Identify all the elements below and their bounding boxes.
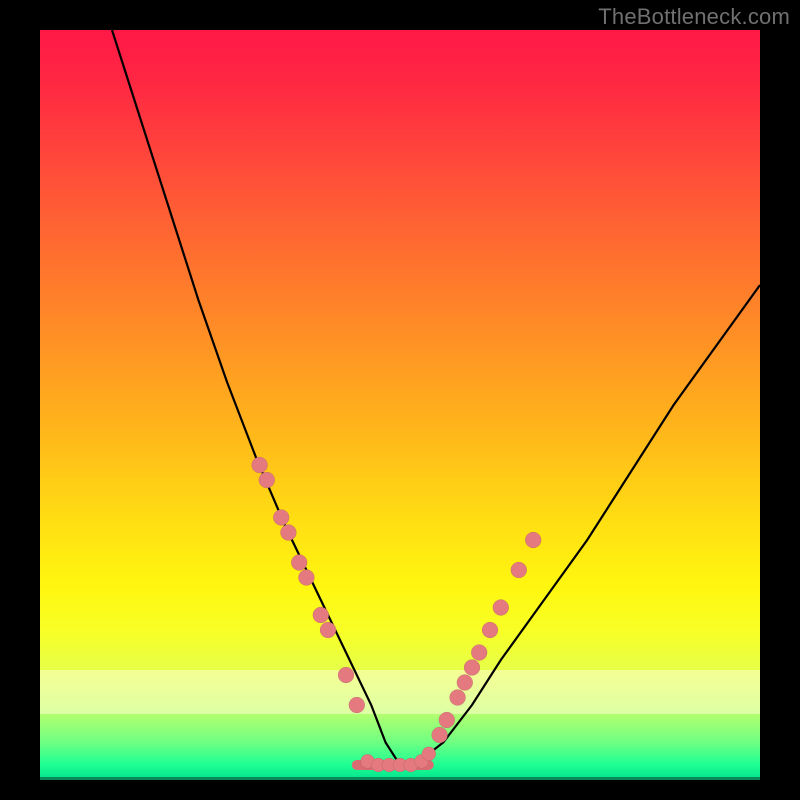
bottom-green-line [40, 777, 760, 780]
marker-left [320, 622, 336, 638]
marker-right [482, 622, 498, 638]
curve-group [112, 30, 760, 765]
bottleneck-curve [112, 30, 760, 765]
marker-left [280, 525, 296, 541]
marker-right [457, 675, 473, 691]
marker-left [298, 570, 314, 586]
pale-band [40, 670, 760, 714]
marker-left [259, 472, 275, 488]
chart-svg [40, 30, 760, 780]
marker-bottom [361, 754, 375, 768]
plot-area [40, 30, 760, 780]
marker-right [464, 660, 480, 676]
marker-left [349, 697, 365, 713]
marker-bottom [371, 758, 385, 772]
marker-right [439, 712, 455, 728]
marker-right [511, 562, 527, 578]
marker-left [313, 607, 329, 623]
marker-bottom [382, 758, 396, 772]
marker-bottom [415, 754, 429, 768]
marker-left [252, 457, 268, 473]
marker-right [525, 532, 541, 548]
marker-right [450, 690, 466, 706]
marker-group [252, 457, 542, 772]
marker-left [273, 510, 289, 526]
marker-left [291, 555, 307, 571]
marker-bottom [404, 758, 418, 772]
marker-left [338, 667, 354, 683]
marker-bottom [422, 747, 436, 761]
marker-right [493, 600, 509, 616]
watermark-text: TheBottleneck.com [598, 4, 790, 30]
marker-right [471, 645, 487, 661]
marker-bottom [393, 758, 407, 772]
marker-right [432, 727, 448, 743]
chart-root: TheBottleneck.com [0, 0, 800, 800]
